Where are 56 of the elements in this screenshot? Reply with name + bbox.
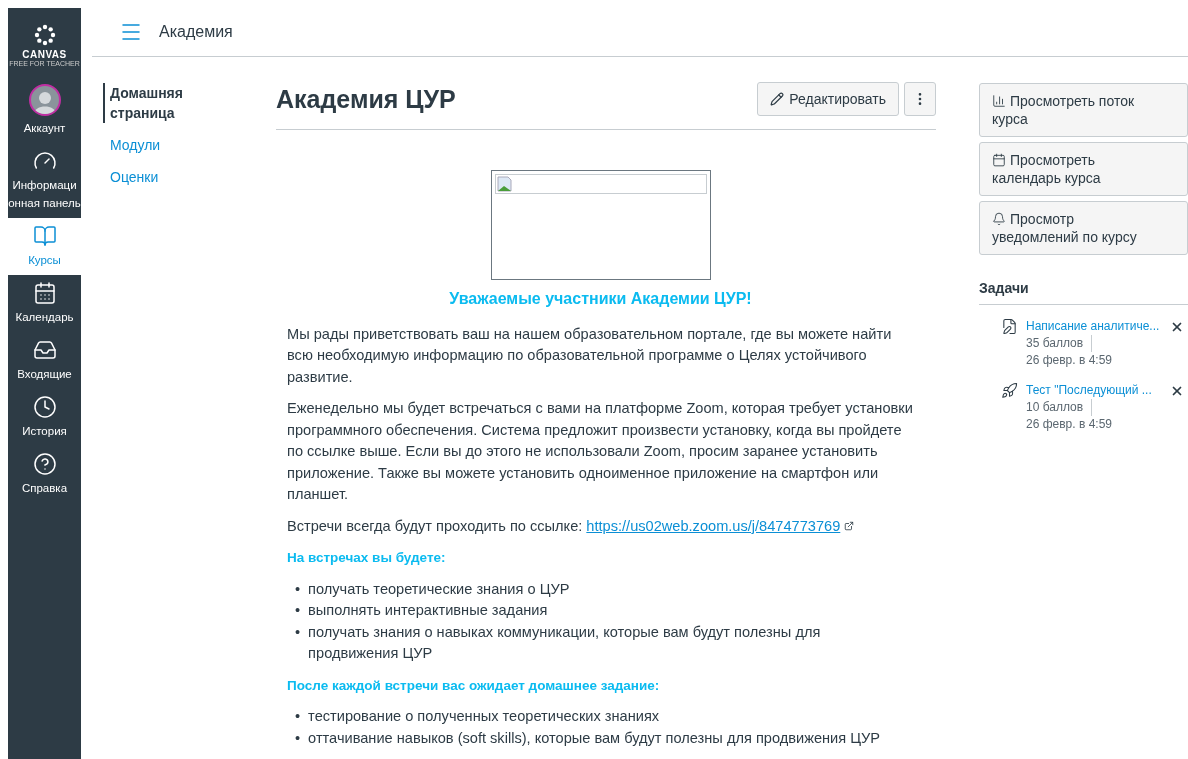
course-nav-item[interactable]: Домашняя страница [103,83,223,123]
list-item: тестирование о полученных теоретических знаниях [308,707,660,726]
image-placeholder-icon [496,176,513,192]
close-icon[interactable] [1170,384,1184,398]
logo-icon [33,23,56,46]
bullet: • [295,601,301,620]
edit-button[interactable]: Редактировать [757,82,899,116]
list-item: оттачивание навыков (soft skills), которые вам будут полезны для продвижения ЦУР [308,728,880,748]
sidebar-button[interactable]: Просмотреть календарь курса [979,142,1188,196]
paragraph: Встречи всегда будут проходить по ссылке: [287,516,583,536]
rocket-icon [1001,382,1018,399]
course-nav-item[interactable]: Оценки [103,167,223,187]
nav-item[interactable]: Справка [8,446,81,503]
list-item: выполнять интерактивные задания [308,601,548,620]
todo-due: 26 февр. в 4:59 [1026,352,1113,369]
todo-title: Задачи [979,280,1188,305]
page-heading: Уважаемые участники Академии ЦУР! [448,289,753,309]
pencil-icon [770,92,785,106]
nav-item[interactable]: Входящие [8,332,81,389]
todo-points: 10 баллов [1026,399,1093,416]
section-subheading: На встречах вы будете: [287,549,447,567]
clock-icon [32,395,57,419]
todo-due: 26 февр. в 4:59 [1026,416,1113,433]
sidebar-button[interactable]: Просмотреть поток курса [979,83,1188,137]
bullet: • [295,622,301,642]
assignment-icon [1001,318,1018,335]
avatar-icon [28,84,61,116]
breadcrumb[interactable]: Академия [159,23,233,41]
paragraph: Мы рады приветствовать ваш на нашем образовательном портале, где вы можете найти всю необходимую информацию по образовательной программе о Целях устойчивого развитие. [287,324,893,387]
meeting-link[interactable]: https://us02web.zoom.us/j/8474773769 [586,515,841,537]
book-icon [32,224,57,248]
list-item: получать теоретические знания о ЦУР [308,579,570,599]
todo-points: 35 баллов [1026,335,1093,352]
close-icon[interactable] [1170,320,1184,334]
list-item: получать знания о навыках коммуникации, которые вам будут полезны для продвижения ЦУР [308,622,822,663]
bullet: • [295,707,301,726]
chart-icon [992,94,1006,108]
inbox-icon [32,338,57,362]
sidebar-button[interactable]: Просмотр уведомлений по курсу [979,201,1188,255]
page-title: Академия ЦУР [276,84,457,114]
nav-item[interactable]: История [8,389,81,446]
nav-item[interactable]: Информаци онная панель [8,143,81,218]
bullet: • [295,728,301,748]
calendar-icon [32,281,57,305]
bell-icon [992,212,1006,226]
external-link-icon [844,521,855,532]
todo-link[interactable]: Написание аналитиче... [1026,319,1160,333]
paragraph: Еженедельно мы будет встречаться с вами на платформе Zoom, которая требует установки программного обеспечения. Система предложит произвести установку, когда вы пройдете по ссылке выше. Если вы до этого не использовали Zoom, просим заранее установить приложение. Также вы можете установить одноименное приложение на смартфон или планшет. [287,399,914,504]
bullet: • [295,579,301,599]
help-icon [32,452,57,476]
nav-item[interactable]: Аккаунт [8,78,81,143]
section-subheading: После каждой встречи вас ожидает домашнее задание: [287,676,661,695]
course-nav-item[interactable]: Модули [103,135,223,155]
todo-link[interactable]: Тест "Последующий ... [1026,383,1152,397]
calendar-icon [992,153,1006,167]
nav-item[interactable]: Календарь [8,275,81,332]
